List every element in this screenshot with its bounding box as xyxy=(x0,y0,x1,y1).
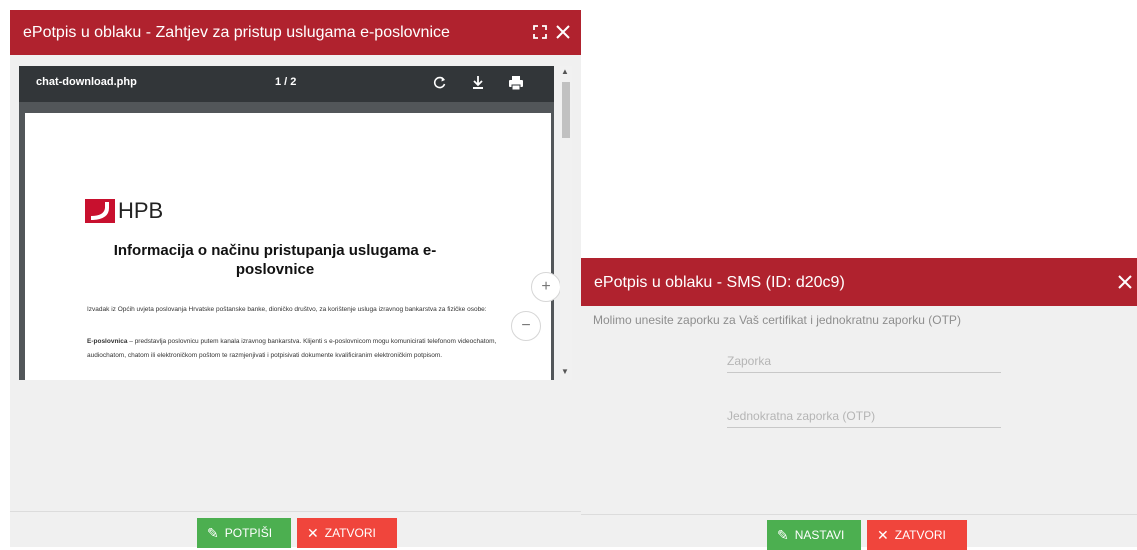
otp-input[interactable] xyxy=(727,405,1001,427)
download-glyph xyxy=(473,76,483,89)
dialog-title: ePotpis u oblaku - Zahtjev za pristup us… xyxy=(23,24,450,41)
zoom-in-button[interactable]: + xyxy=(531,272,561,302)
rotate-icon[interactable] xyxy=(429,72,451,94)
pdf-page: HPB Informacija o načinu pristupanja usl… xyxy=(25,113,551,380)
download-icon[interactable] xyxy=(467,72,489,94)
document-paragraph-2: E-poslovnica – predstavlja poslovnicu pu… xyxy=(87,335,507,363)
sms-close-glyph xyxy=(1118,275,1132,289)
close-button[interactable]: ✕ ZATVORI xyxy=(297,518,397,548)
close-icon[interactable] xyxy=(1113,269,1137,295)
scrollbar-thumb[interactable] xyxy=(562,82,570,138)
pdf-page-indicator: 1 / 2 xyxy=(275,76,297,88)
e-poslovnica-term: E-poslovnica xyxy=(87,338,128,345)
e-poslovnica-definition: – predstavlja poslovnicu putem kanala iz… xyxy=(87,338,497,359)
scroll-up-icon[interactable]: ▲ xyxy=(561,68,569,76)
close-button-label: ZATVORI xyxy=(324,526,376,540)
x-icon: ✕ xyxy=(307,525,319,541)
close-icon[interactable] xyxy=(551,19,575,45)
pdf-filename: chat-download.php xyxy=(36,76,137,88)
x-icon: ✕ xyxy=(877,527,889,543)
document-paragraph: Izvadak iz Općih uvjeta poslovanja Hrvat… xyxy=(87,306,487,313)
sms-dialog-titlebar: ePotpis u oblaku - SMS (ID: d20c9) xyxy=(581,258,1137,306)
zoom-out-button[interactable]: − xyxy=(511,311,541,341)
dialog-footer: ✎ POTPIŠI ✕ ZATVORI xyxy=(10,511,581,548)
rotate-glyph xyxy=(433,76,446,89)
sign-button[interactable]: ✎ POTPIŠI xyxy=(197,518,291,548)
password-field[interactable] xyxy=(727,350,1001,373)
dialog-titlebar: ePotpis u oblaku - Zahtjev za pristup us… xyxy=(10,10,581,55)
hpb-logo-mark xyxy=(91,202,109,220)
otp-field[interactable] xyxy=(727,405,1001,428)
viewer-scrollbar[interactable]: ▲ ▼ xyxy=(560,66,572,380)
continue-button[interactable]: ✎ NASTAVI xyxy=(767,520,861,550)
sign-button-label: POTPIŠI xyxy=(224,526,273,540)
sms-dialog: ePotpis u oblaku - SMS (ID: d20c9) Molim… xyxy=(581,258,1137,550)
document-dialog: ePotpis u oblaku - Zahtjev za pristup us… xyxy=(10,10,581,548)
sms-dialog-title: ePotpis u oblaku - SMS (ID: d20c9) xyxy=(594,274,845,291)
sms-instruction: Molimo unesite zaporku za Vaš certifikat… xyxy=(593,313,961,327)
scroll-down-icon[interactable]: ▼ xyxy=(561,368,569,376)
pencil-icon: ✎ xyxy=(207,525,219,541)
print-glyph xyxy=(509,76,523,91)
continue-button-label: NASTAVI xyxy=(794,528,845,542)
password-input[interactable] xyxy=(727,350,1001,372)
close-glyph xyxy=(556,25,570,39)
sms-close-button-label: ZATVORI xyxy=(894,528,946,542)
hpb-logo xyxy=(85,199,115,223)
fullscreen-icon[interactable] xyxy=(528,19,552,45)
pdf-toolbar: chat-download.php 1 / 2 xyxy=(19,66,554,102)
pencil-icon: ✎ xyxy=(777,527,789,543)
pdf-viewer[interactable]: chat-download.php 1 / 2 HPB Informacija … xyxy=(19,66,554,380)
document-heading: Informacija o načinu pristupanja uslugam… xyxy=(113,242,437,278)
hpb-logo-text: HPB xyxy=(118,198,164,223)
print-icon[interactable] xyxy=(505,72,527,94)
fullscreen-glyph xyxy=(533,25,547,39)
sms-close-button[interactable]: ✕ ZATVORI xyxy=(867,520,967,550)
sms-dialog-footer: ✎ NASTAVI ✕ ZATVORI xyxy=(581,514,1137,550)
